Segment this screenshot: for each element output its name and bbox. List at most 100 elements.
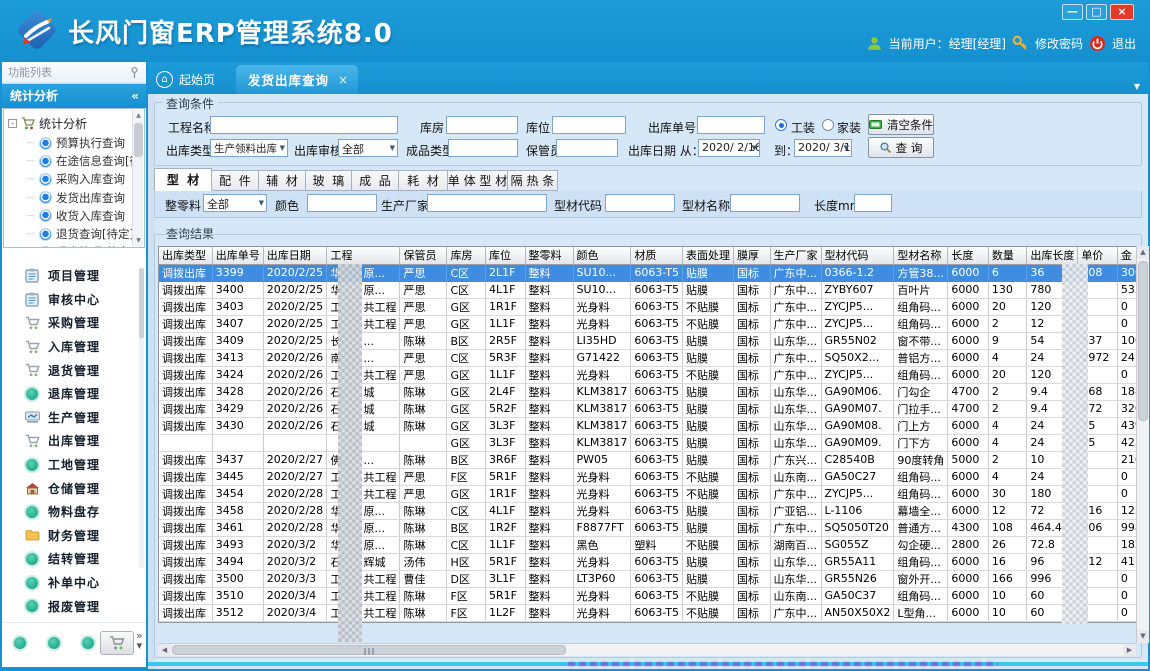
table-row[interactable]: 调拨出库34942020/3/2石 辉城汤伟H区5R1F整料光身料6063-T5… — [159, 553, 1149, 570]
key-icon[interactable] — [1012, 35, 1029, 52]
table-row[interactable]: 调拨出库34292020/2/26石 城陈琳G区5R2F整料KLM3817606… — [159, 400, 1149, 417]
tree-item[interactable]: —收货入库查询 — [26, 207, 141, 225]
more-buttons-chevron[interactable]: »▾ — [136, 631, 143, 651]
tree-item[interactable]: —退货查询[待定] — [26, 225, 141, 243]
length-input[interactable] — [854, 194, 892, 212]
location-input[interactable] — [552, 116, 626, 134]
pin-icon[interactable] — [128, 66, 141, 79]
outbound-type-select[interactable]: 生产领料出库 — [210, 139, 288, 157]
table-row[interactable]: 调拨出库34242020/2/26工 共工程严思G区1L1F整料光身料6063-… — [159, 366, 1149, 383]
table-row[interactable]: 调拨出库34282020/2/26石 城陈琳G区2L4F整料KLM3817606… — [159, 383, 1149, 400]
column-header-出库日期[interactable]: 出库日期 — [263, 247, 327, 264]
column-header-出库类型[interactable]: 出库类型 — [159, 247, 212, 264]
close-tab-icon[interactable]: × — [338, 73, 348, 87]
sidebar-item-生产管理[interactable]: 生产管理 — [2, 406, 146, 430]
sidebar-item-入库管理[interactable]: 入库管理 — [2, 335, 146, 359]
sidebar-item-审核中心[interactable]: 审核中心 — [2, 288, 146, 312]
date-from-select[interactable]: 2020/ 2/16 — [698, 139, 760, 157]
material-tab-耗材[interactable]: 耗 材 — [399, 170, 448, 191]
close-button[interactable]: × — [1110, 4, 1134, 20]
column-header-工程[interactable]: 工程 — [327, 247, 400, 264]
table-row[interactable]: G区3L3F整料KLM38176063-T5贴膜国标山东华...GA90M09.… — [159, 434, 1149, 451]
quick-dot-icon[interactable] — [48, 637, 60, 649]
column-header-材质[interactable]: 材质 — [631, 247, 683, 264]
column-header-出库长度[interactable]: 出库长度 — [1027, 247, 1078, 264]
order-no-input[interactable] — [697, 116, 765, 134]
tree-root-node[interactable]: - 统计分析 — [8, 114, 87, 132]
collapse-icon[interactable]: « — [131, 84, 139, 108]
sidebar-section-header[interactable]: 统计分析 « — [2, 84, 146, 108]
outbound-audit-select[interactable]: 全部 — [338, 139, 398, 157]
tab-overflow-chevron-icon[interactable]: ▼ — [1134, 82, 1140, 91]
tree-item[interactable]: —在途信息查询[待 — [26, 152, 141, 170]
warehouse-input[interactable] — [446, 116, 518, 134]
logout-link[interactable]: 退出 — [1112, 35, 1136, 52]
radio-jiazhuang-label[interactable]: 家装 — [837, 119, 861, 136]
column-header-单价[interactable]: 单价 — [1078, 247, 1118, 264]
table-row[interactable]: 调拨出库34372020/2/27佛 ...陈琳B区3R6F整料PW056063… — [159, 451, 1149, 468]
tree-item[interactable]: —退库管理[待定] — [26, 243, 141, 248]
material-tab-隔热条[interactable]: 隔 热 条 — [508, 170, 558, 191]
table-row[interactable]: 调拨出库34582020/2/28华 原...陈琳C区4L1F整料光身料6063… — [159, 502, 1149, 519]
grid-horizontal-scrollbar[interactable]: ◀ ▶ — [158, 643, 1136, 656]
sidebar-item-退库管理[interactable]: 退库管理 — [2, 382, 146, 406]
tree-item[interactable]: —预算执行查询 — [26, 134, 141, 152]
keeper-input[interactable] — [556, 139, 618, 157]
color-input[interactable] — [307, 194, 377, 212]
sidebar-item-项目管理[interactable]: 项目管理 — [2, 264, 146, 288]
table-row[interactable]: 调拨出库35102020/3/4工 共工程陈琳F区5R1F整料光身料6063-T… — [159, 587, 1149, 604]
column-header-表面处理[interactable]: 表面处理 — [683, 247, 734, 264]
column-header-库房[interactable]: 库房 — [447, 247, 486, 264]
sidebar-item-工地管理[interactable]: 工地管理 — [2, 453, 146, 477]
table-row[interactable]: 调拨出库35122020/3/4工 共工程陈琳F区1L2F整料光身料6063-T… — [159, 604, 1149, 621]
product-type-input[interactable] — [448, 139, 518, 157]
profile-code-input[interactable] — [605, 194, 675, 212]
minimize-button[interactable]: — — [1062, 4, 1083, 20]
change-password-link[interactable]: 修改密码 — [1035, 35, 1083, 52]
tree-item[interactable]: —发货出库查询 — [26, 189, 141, 207]
column-header-出库单号[interactable]: 出库单号 — [212, 247, 263, 264]
maximize-button[interactable]: □ — [1086, 4, 1107, 20]
power-icon[interactable] — [1089, 35, 1106, 52]
quick-dot-icon[interactable] — [82, 637, 94, 649]
material-tab-配件[interactable]: 配 件 — [212, 170, 259, 191]
column-header-生产厂家[interactable]: 生产厂家 — [770, 247, 821, 264]
whole-part-select[interactable]: 全部 — [203, 194, 267, 212]
tab-home[interactable]: ⌂ 起始页 — [156, 68, 215, 90]
sidebar-item-采购管理[interactable]: 采购管理 — [2, 311, 146, 335]
column-header-数量[interactable]: 数量 — [988, 247, 1027, 264]
tree-vertical-scrollbar[interactable]: ▲▼ — [132, 110, 143, 246]
column-header-整零料[interactable]: 整零料 — [525, 247, 573, 264]
manufacturer-input[interactable] — [427, 194, 547, 212]
clear-conditions-button[interactable]: 清空条件 — [868, 114, 934, 135]
column-header-颜色[interactable]: 颜色 — [573, 247, 631, 264]
date-to-select[interactable]: 2020/ 3/16 — [794, 139, 852, 157]
column-header-膜厚[interactable]: 膜厚 — [734, 247, 771, 264]
radio-gongzhuang[interactable] — [775, 119, 787, 131]
profile-name-input[interactable] — [730, 194, 800, 212]
tab-shipping-outbound-query[interactable]: 发货出库查询 × — [236, 65, 358, 94]
table-row[interactable]: 调拨出库33992020/2/25华 原...严思C区2L1F整料SU10...… — [159, 264, 1149, 281]
sidebar-item-出库管理[interactable]: 出库管理 — [2, 429, 146, 453]
table-row[interactable]: 调拨出库34612020/2/28华 原...陈琳B区1R2F整料F8877FT… — [159, 519, 1149, 536]
column-header-库位[interactable]: 库位 — [486, 247, 526, 264]
sidebar-item-仓储管理[interactable]: 仓储管理 — [2, 476, 146, 500]
table-row[interactable]: 调拨出库34002020/2/25华 原...严思C区4L1F整料SU10...… — [159, 281, 1149, 298]
sidebar-item-退货管理[interactable]: 退货管理 — [2, 358, 146, 382]
column-header-型材名称[interactable]: 型材名称 — [894, 247, 948, 264]
table-row[interactable]: 调拨出库35002020/3/3工 共工程曹佳D区3L1F整料LT3P60606… — [159, 570, 1149, 587]
tree-item[interactable]: —采购入库查询 — [26, 170, 141, 188]
sidebar-item-物料盘存[interactable]: 物料盘存 — [2, 500, 146, 524]
material-tab-单体型材[interactable]: 单 体 型 材 — [448, 170, 508, 191]
tree-expander-icon[interactable]: - — [8, 119, 17, 128]
column-header-保管员[interactable]: 保管员 — [400, 247, 447, 264]
radio-gongzhuang-label[interactable]: 工装 — [791, 119, 815, 136]
sidebar-item-财务管理[interactable]: 财务管理 — [2, 524, 146, 548]
material-tab-辅材[interactable]: 辅 材 — [259, 170, 306, 191]
column-header-长度[interactable]: 长度 — [948, 247, 989, 264]
grid-vertical-scrollbar[interactable]: ▲ ▼ — [1136, 246, 1149, 643]
quick-dot-icon[interactable] — [14, 637, 26, 649]
radio-jiazhuang[interactable] — [822, 119, 834, 131]
material-tab-型材[interactable]: 型 材 — [154, 168, 212, 191]
table-row[interactable]: 调拨出库34452020/2/27工 共工程严思F区5R1F整料光身料6063-… — [159, 468, 1149, 485]
